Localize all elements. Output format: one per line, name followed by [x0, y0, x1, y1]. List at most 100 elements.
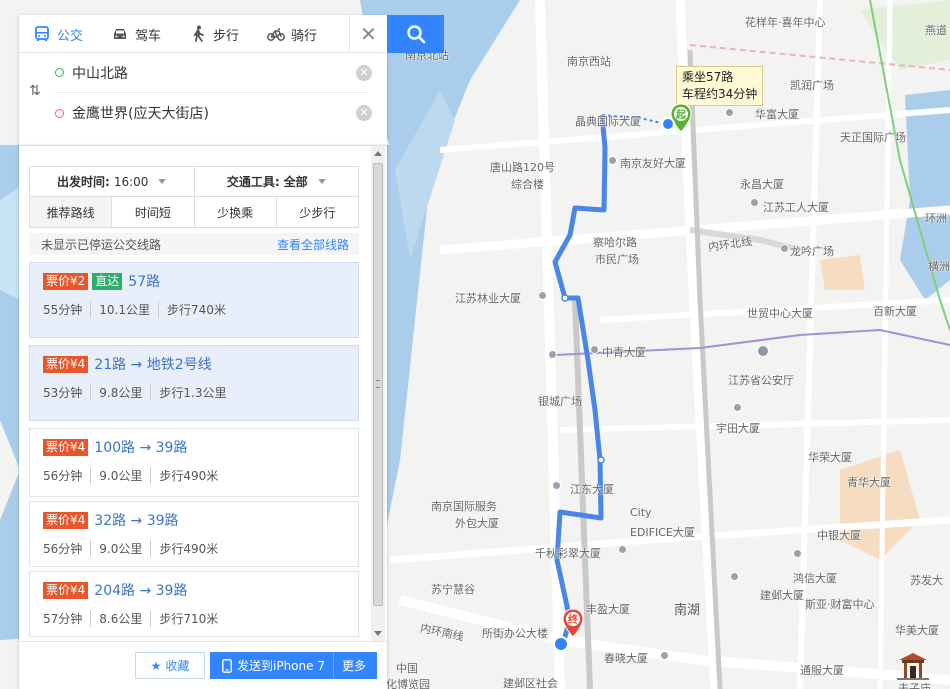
favorite-button[interactable]: ★ 收藏: [135, 652, 205, 679]
poi-dot[interactable]: [780, 244, 789, 253]
map-label: 百新大厦: [873, 305, 917, 318]
sort-recommended[interactable]: 推荐路线: [30, 197, 113, 227]
send-to-phone-button[interactable]: 发送到iPhone 7 更多: [210, 652, 377, 679]
map-label: 银城广场: [538, 395, 582, 408]
sort-shortest-time[interactable]: 时间短: [112, 197, 195, 227]
poi-dot[interactable]: [548, 350, 557, 359]
scrollbar[interactable]: [371, 146, 385, 641]
stopped-lines-notice: 未显示已停运公交线路 查看全部线路: [29, 233, 359, 255]
map-label: 综合楼: [511, 178, 544, 191]
route-plan-item[interactable]: 票价¥4 204路 → 39路 57分钟 8.6公里 步行710米: [29, 571, 359, 637]
map-label: 宇田大厦: [716, 422, 760, 435]
map-label: 斯亚·财富中心: [805, 598, 875, 611]
route-plan-item[interactable]: 票价¥4 32路 → 39路 56分钟 9.0公里 步行490米: [29, 501, 359, 567]
map-label: 青华大厦: [847, 476, 891, 489]
poi-dot[interactable]: [733, 403, 742, 412]
map-label: 丰盈大厦: [586, 603, 630, 616]
route-plan-item[interactable]: 票价¥2 直达 57路 55分钟 10.1公里 步行740米: [29, 262, 359, 338]
map-label: 市民广场: [595, 253, 639, 266]
poi-dot[interactable]: [660, 651, 669, 660]
start-field[interactable]: 中山北路 ✕: [55, 53, 372, 93]
map-label: 夫子庙: [898, 682, 931, 689]
police-icon[interactable]: [757, 345, 769, 357]
scroll-thumb[interactable]: [373, 163, 383, 606]
route-search-panel: 公交 驾车 步行 骑行 ✕ ⇅ 中山北路 ✕ 金鹰世界(应天大街店) ✕: [19, 15, 387, 145]
map-label: 华富大厦: [755, 108, 799, 121]
map-label: 晶典国际大厦: [575, 115, 641, 128]
poi-dot[interactable]: [750, 198, 759, 207]
map-label: 江苏林业大厦: [455, 292, 521, 305]
direct-badge: 直达: [92, 272, 123, 290]
tab-bike[interactable]: 骑行: [253, 15, 331, 53]
map-label: 化博览园: [386, 678, 430, 689]
scroll-up-icon[interactable]: [374, 151, 382, 156]
transport-tool-label: 交通工具:: [226, 175, 280, 189]
map-label: 所街办公大楼: [482, 627, 548, 640]
map-label: 南湖: [674, 603, 701, 618]
poi-dot[interactable]: [590, 345, 599, 354]
poi-dot[interactable]: [608, 156, 617, 165]
end-input[interactable]: 金鹰世界(应天大街店): [72, 103, 209, 123]
plan-walk: 步行490米: [159, 469, 219, 483]
poi-dot[interactable]: [725, 108, 734, 117]
swap-icon[interactable]: ⇅: [29, 83, 41, 99]
start-input[interactable]: 中山北路: [72, 63, 128, 83]
plan-distance: 9.0公里: [99, 540, 152, 557]
price-badge: 票价¥4: [43, 511, 89, 529]
tab-walk[interactable]: 步行: [175, 15, 253, 53]
depart-time-select[interactable]: 出发时间: 16:00: [30, 167, 195, 196]
clear-end-icon[interactable]: ✕: [356, 105, 372, 121]
temple-icon[interactable]: [897, 652, 929, 680]
map-label: 横洲: [928, 260, 950, 273]
callout-line: 乘坐57路: [682, 70, 734, 84]
route-plan-item[interactable]: 票价¥4 100路 → 39路 56分钟 9.0公里 步行490米: [29, 428, 359, 497]
more-button[interactable]: 更多: [334, 657, 374, 674]
clear-start-icon[interactable]: ✕: [356, 64, 372, 81]
view-all-lines-link[interactable]: 查看全部线路: [277, 236, 349, 253]
poi-dot[interactable]: [538, 291, 547, 300]
map-label: City: [630, 506, 652, 519]
sort-less-walking[interactable]: 少步行: [277, 197, 358, 227]
search-button[interactable]: [387, 15, 444, 53]
close-icon: ✕: [360, 21, 377, 46]
map-label: 苏宁慧谷: [431, 583, 475, 596]
plan-distance: 10.1公里: [99, 301, 160, 318]
star-icon: ★: [150, 658, 162, 673]
tab-car[interactable]: 驾车: [97, 15, 175, 53]
end-marker[interactable]: 终: [562, 608, 584, 638]
end-field[interactable]: 金鹰世界(应天大街店) ✕: [55, 93, 372, 133]
search-icon: [406, 25, 425, 44]
map-label: 唐山路120号: [490, 161, 555, 174]
map-label: EDIFICE大厦: [630, 526, 695, 539]
bike-icon: [267, 25, 285, 43]
plan-duration: 56分钟: [43, 540, 92, 557]
poi-dot[interactable]: [618, 545, 627, 554]
close-button[interactable]: ✕: [349, 15, 387, 52]
end-marker-label: 终: [568, 615, 578, 626]
bus-stop-icon[interactable]: [661, 117, 675, 131]
map-label: 南京国际服务: [431, 500, 497, 513]
travel-mode-tabs: 公交 驾车 步行 骑行 ✕: [19, 15, 387, 53]
end-point-icon: [55, 108, 64, 118]
plan-duration: 53分钟: [43, 384, 92, 401]
map-label: 南京西站: [567, 55, 611, 68]
transport-tool-select[interactable]: 交通工具: 全部: [195, 167, 359, 196]
plan-duration: 56分钟: [43, 467, 92, 484]
route-plan-item[interactable]: 票价¥4 21路 → 地铁2号线 53分钟 9.8公里 步行1.3公里: [29, 345, 359, 421]
plan-distance: 9.8公里: [99, 384, 152, 401]
tab-bus[interactable]: 公交: [19, 15, 97, 53]
plan-walk: 步行490米: [159, 542, 219, 556]
route-name: 100路 → 39路: [94, 440, 188, 456]
poi-dot[interactable]: [552, 481, 561, 490]
poi-dot[interactable]: [730, 572, 739, 581]
map-label: 外包大厦: [455, 517, 499, 530]
bus-stop-icon[interactable]: [553, 636, 569, 652]
map-label: 花样年·喜年中心: [745, 16, 826, 29]
poi-dot[interactable]: [793, 549, 802, 558]
plan-duration: 55分钟: [43, 301, 92, 318]
scroll-down-icon[interactable]: [374, 631, 382, 636]
sort-fewer-transfers[interactable]: 少换乘: [195, 197, 277, 227]
map-label: 建邺区社会: [503, 677, 558, 689]
map-label: 建邺大厦: [760, 589, 804, 602]
map-label: 苏发大: [910, 574, 943, 587]
